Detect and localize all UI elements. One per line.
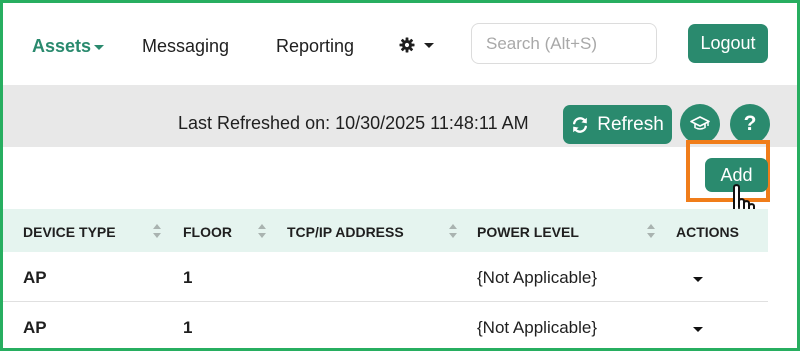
column-header-tcp-ip[interactable]: TCP/IP ADDRESS [287,224,404,240]
refresh-label: Refresh [597,113,664,135]
gear-icon [399,37,415,53]
training-button[interactable] [680,104,720,144]
cell-power-level: {Not Applicable} [477,268,598,287]
table-header: DEVICE TYPE FLOOR TCP/IP ADDRESS POWER L… [3,209,768,252]
app-frame: Assets Messaging Reporting Search (Alt+S… [0,0,800,351]
settings-menu[interactable] [399,37,434,53]
nav-reporting[interactable]: Reporting [276,36,354,57]
graduation-cap-icon [690,116,710,130]
refresh-button[interactable]: Refresh [563,105,672,144]
column-header-device-type[interactable]: DEVICE TYPE [23,224,116,240]
last-refreshed-text: Last Refreshed on: 10/30/2025 11:48:11 A… [178,113,529,133]
cell-floor: 1 [183,268,193,287]
help-button[interactable]: ? [730,104,770,144]
chevron-down-icon [424,42,434,48]
table-row: AP 1 {Not Applicable} [3,252,768,302]
actions-dropdown-icon[interactable] [693,277,703,282]
search-input[interactable] [471,23,657,64]
actions-dropdown-icon[interactable] [693,327,703,332]
top-nav: Assets Messaging Reporting Search (Alt+S… [3,3,797,85]
chevron-down-icon [94,44,105,50]
nav-assets-menu[interactable]: Assets [32,36,105,57]
nav-messaging[interactable]: Messaging [142,36,229,57]
sort-icon[interactable] [258,224,267,240]
logout-button[interactable]: Logout [688,24,768,63]
cell-floor: 1 [183,318,193,337]
column-header-floor[interactable]: FLOOR [183,224,232,240]
cell-power-level: {Not Applicable} [477,318,598,337]
toolbar: Last Refreshed on: 10/30/2025 11:48:11 A… [3,85,797,147]
sort-icon[interactable] [153,224,162,240]
column-header-actions: ACTIONS [676,224,739,240]
refresh-icon [573,116,588,133]
nav-assets-label: Assets [32,36,92,56]
cell-device-type: AP [23,268,47,287]
cell-device-type: AP [23,318,47,337]
sort-icon[interactable] [647,224,656,240]
table-row: AP 1 {Not Applicable} [3,302,768,348]
sort-icon[interactable] [449,224,458,240]
column-header-power-level[interactable]: POWER LEVEL [477,224,579,240]
help-icon: ? [743,112,757,135]
